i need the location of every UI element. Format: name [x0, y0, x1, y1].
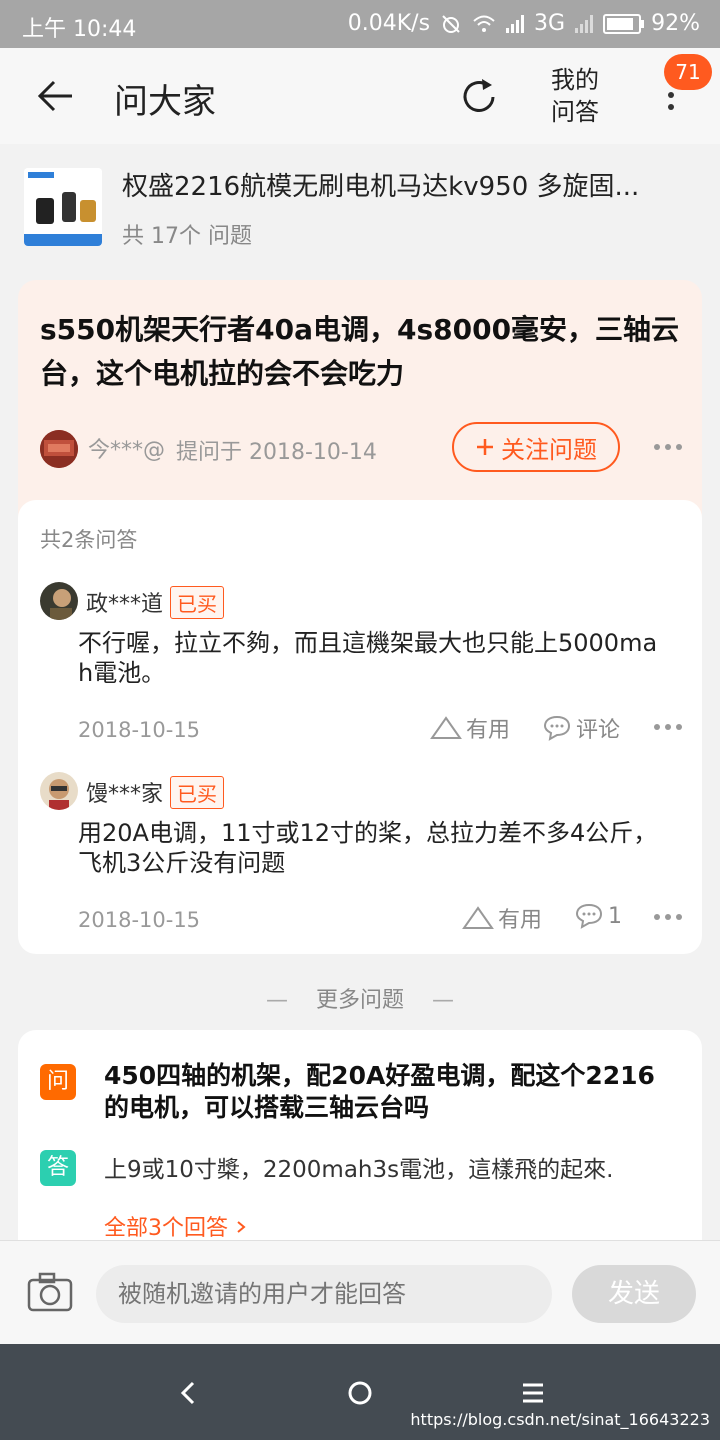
- comment-icon: [575, 903, 603, 929]
- question-card: s550机架天行者40a电调，4s8000毫安，三轴云台，这个电机拉的会不会吃力…: [18, 280, 702, 520]
- status-time: 上午 10:44: [22, 17, 137, 42]
- nav-home-icon[interactable]: [347, 1380, 373, 1406]
- watermark: https://blog.csdn.net/sinat_16643223: [410, 1410, 710, 1429]
- comment-icon: [543, 715, 571, 741]
- system-nav-bar: https://blog.csdn.net/sinat_16643223: [0, 1344, 720, 1440]
- useful-button[interactable]: 有用: [462, 902, 542, 934]
- refresh-icon[interactable]: [458, 76, 500, 118]
- comment-button[interactable]: 1: [574, 902, 622, 930]
- comment-label: 评论: [576, 718, 621, 743]
- answers-card: 共2条问答 政***道 已买 不行喔，拉立不夠，而且這機架最大也只能上5000m…: [18, 500, 702, 954]
- related-question-text: 450四轴的机架，配20A好盈电调，配这个2216的电机，可以搭载三轴云台吗: [104, 1061, 655, 1122]
- more-vertical-icon[interactable]: [664, 92, 678, 126]
- alarm-off-icon: [442, 14, 460, 33]
- bought-tag: 已买: [170, 586, 224, 619]
- page-title: 问大家: [114, 82, 216, 122]
- my-qa-button[interactable]: 我的 问答: [548, 64, 602, 128]
- question-count: 共 17个 问题: [122, 224, 252, 249]
- useful-label: 有用: [466, 718, 511, 743]
- my-qa-label-2: 问答: [551, 98, 599, 126]
- answers-count: 共2条问答: [40, 528, 138, 552]
- my-qa-label-1: 我的: [551, 66, 599, 94]
- product-title: 权盛2216航模无刷电机马达kv950 多旋固...: [122, 172, 640, 202]
- ask-date: 提问于 2018-10-14: [176, 440, 377, 465]
- answer-date: 2018-10-15: [78, 908, 201, 932]
- signal-icon: [506, 14, 525, 33]
- thumb-triangle-icon: [462, 906, 494, 929]
- thumb-triangle-icon: [430, 716, 462, 739]
- answerer-name: 政***道: [86, 592, 164, 617]
- more-questions-label: 更多问题: [315, 988, 404, 1013]
- answer-input[interactable]: [96, 1265, 552, 1323]
- useful-button[interactable]: 有用: [430, 712, 510, 744]
- product-thumbnail: [24, 168, 102, 246]
- answer-date: 2018-10-15: [78, 718, 201, 742]
- question-tag: 问: [40, 1064, 76, 1100]
- bought-tag: 已买: [170, 776, 224, 809]
- answerer-avatar: [40, 772, 78, 810]
- product-summary[interactable]: 权盛2216航模无刷电机马达kv950 多旋固... 共 17个 问题: [0, 144, 720, 268]
- wifi-icon: [473, 15, 495, 32]
- more-horizontal-icon[interactable]: [654, 914, 682, 920]
- top-app-bar: 问大家 我的 问答 71: [0, 48, 720, 144]
- comment-count: 1: [608, 903, 622, 929]
- notification-badge: 71: [664, 54, 712, 90]
- follow-question-button[interactable]: 关注问题: [452, 422, 620, 472]
- nav-back-icon[interactable]: [178, 1380, 198, 1406]
- answerer-avatar: [40, 582, 78, 620]
- related-answer-text: 上9或10寸槳，2200mah3s電池，這樣飛的起來.: [104, 1157, 614, 1183]
- status-indicators: 0.04K/s 3G 92%: [348, 11, 700, 36]
- signal-2-icon: [575, 14, 594, 33]
- follow-label: 关注问题: [501, 435, 597, 464]
- asker-avatar: [40, 430, 78, 468]
- answer-tag: 答: [40, 1150, 76, 1186]
- more-questions-divider: — 更多问题 —: [266, 988, 454, 1013]
- nav-menu-icon[interactable]: [520, 1382, 546, 1404]
- send-button[interactable]: 发送: [572, 1265, 696, 1323]
- question-title: s550机架天行者40a电调，4s8000毫安，三轴云台，这个电机拉的会不会吃力: [40, 313, 680, 390]
- comment-button[interactable]: 评论: [542, 712, 620, 744]
- plus-icon: [477, 439, 493, 455]
- more-horizontal-icon[interactable]: [654, 724, 682, 730]
- camera-icon[interactable]: [26, 1271, 74, 1313]
- related-question-card[interactable]: 问 450四轴的机架，配20A好盈电调，配这个2216的电机，可以搭载三轴云台吗…: [18, 1030, 702, 1240]
- net-speed: 0.04K/s: [347, 11, 431, 36]
- all-answers-link[interactable]: 全部3个回答: [104, 1210, 247, 1240]
- answer-text: 用20A电调，11寸或12寸的桨，总拉力差不多4公斤，飞机3公斤没有问题: [78, 819, 658, 877]
- answer-input-bar: 发送: [0, 1240, 720, 1345]
- battery-level: 92%: [651, 11, 700, 36]
- battery-icon: [603, 13, 645, 34]
- chevron-right-icon: [237, 1221, 246, 1233]
- useful-label: 有用: [498, 908, 543, 933]
- network-type: 3G: [534, 11, 566, 36]
- more-horizontal-icon[interactable]: [654, 444, 682, 450]
- asker-name: 今***@: [88, 438, 166, 463]
- all-answers-label: 全部3个回答: [104, 1216, 228, 1240]
- answer-text: 不行喔，拉立不夠，而且這機架最大也只能上5000mah電池。: [78, 629, 658, 687]
- status-bar: 上午 10:44 0.04K/s 3G 92%: [0, 0, 720, 48]
- back-arrow-icon[interactable]: [36, 78, 76, 114]
- answerer-name: 馒***家: [86, 782, 164, 807]
